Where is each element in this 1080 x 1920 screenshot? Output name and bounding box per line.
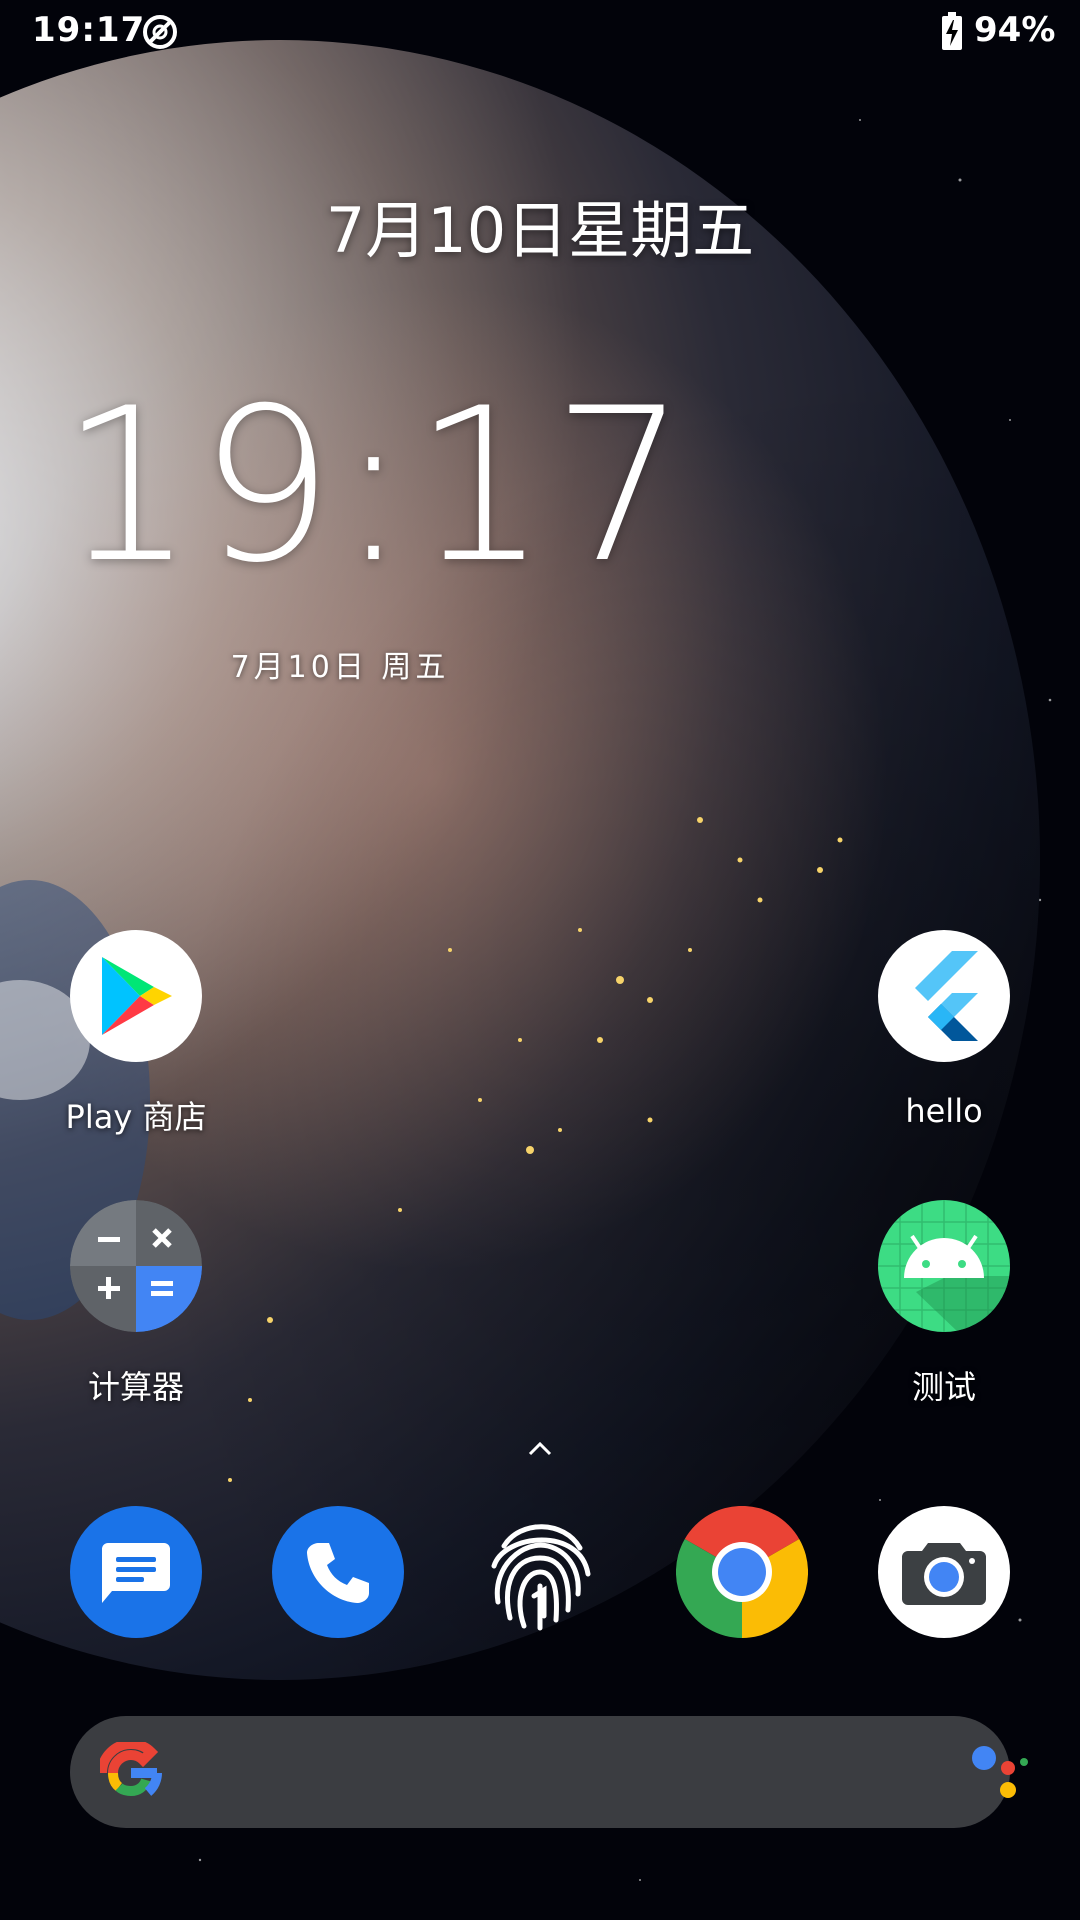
dock-phone[interactable] [272, 1506, 404, 1638]
chevron-up-icon[interactable] [522, 1436, 558, 1460]
app-label: 测试 [911, 1368, 976, 1406]
dock-messages[interactable] [70, 1506, 202, 1638]
do-not-disturb-icon [143, 15, 177, 49]
battery-charging-icon [942, 12, 962, 50]
google-assistant-icon[interactable] [970, 1744, 1030, 1800]
calculator-icon [70, 1200, 202, 1332]
flutter-icon [878, 930, 1010, 1062]
dock-fingerprint[interactable] [474, 1506, 606, 1638]
google-g-icon [100, 1742, 162, 1797]
at-a-glance-date[interactable]: 7月10日星期五 [300, 180, 780, 270]
app-play-store[interactable]: Play 商店 [36, 930, 236, 1138]
clock-date: 7月10日 周五 [230, 650, 450, 685]
google-search-bar[interactable] [70, 1716, 1028, 1828]
android-icon [878, 1200, 1010, 1332]
app-label: Play 商店 [65, 1098, 207, 1136]
fingerprint-icon [491, 1524, 591, 1631]
play-store-icon [70, 930, 202, 1062]
status-bar: 19:17 94% [0, 0, 1080, 64]
battery-percent: 94% [974, 10, 1056, 50]
status-time: 19:17 [32, 10, 146, 50]
app-calculator[interactable]: 计算器 [36, 1200, 236, 1408]
home-screen: 19:17 94% 7月10日星期五 19:17 7月10日 周五 Play 商… [0, 0, 1080, 1920]
clock-time[interactable]: 19:17 [60, 380, 687, 592]
chrome-icon [676, 1506, 808, 1638]
phone-icon [307, 1543, 369, 1603]
camera-icon [902, 1543, 986, 1605]
app-label: 计算器 [87, 1368, 184, 1406]
app-label: hello [905, 1092, 983, 1130]
app-test[interactable]: 测试 [844, 1200, 1044, 1408]
messages-icon [102, 1543, 170, 1603]
app-hello[interactable]: hello [844, 930, 1044, 1130]
dock-chrome[interactable] [676, 1506, 808, 1638]
dock-camera[interactable] [878, 1506, 1010, 1638]
